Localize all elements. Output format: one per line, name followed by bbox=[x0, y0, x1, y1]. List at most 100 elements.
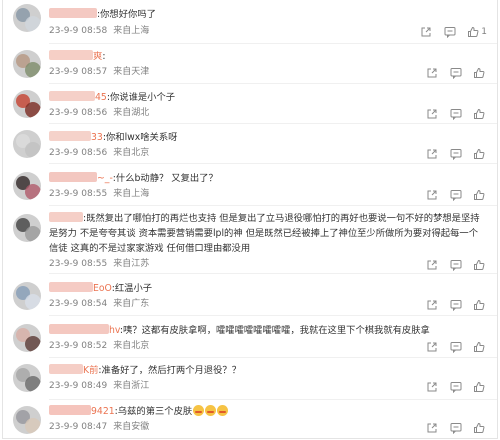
share-icon[interactable] bbox=[425, 258, 439, 272]
comment-text-line: EoO:红温小子 bbox=[49, 281, 489, 296]
share-icon[interactable] bbox=[425, 380, 439, 394]
like-button[interactable] bbox=[473, 258, 487, 272]
comment-meta: 23-9-9 08:56 来自北京 bbox=[49, 147, 149, 159]
comment-body: : bbox=[102, 51, 106, 62]
comment-time: 23-9-9 08:54 bbox=[49, 299, 108, 309]
comment-location: 来自湖北 bbox=[113, 108, 150, 118]
comment-item: ~_-:什么b动静？ 又复出了？ 23-9-9 08:55 来自上海 bbox=[3, 164, 497, 206]
like-button[interactable] bbox=[473, 380, 487, 394]
username-suffix[interactable]: 33 bbox=[91, 132, 103, 143]
username-suffix[interactable]: 爽 bbox=[93, 51, 102, 62]
username[interactable] bbox=[49, 8, 97, 18]
username[interactable] bbox=[49, 212, 83, 222]
like-button[interactable] bbox=[473, 107, 487, 121]
comment-item: 9421:乌兹的第三个皮肤 23-9-9 08:47 来自安徽 bbox=[3, 400, 497, 438]
share-icon[interactable] bbox=[425, 340, 439, 354]
comment-list: :你想好你吗了 23-9-9 08:58 来自上海 1 爽: 23-9-9 08:… bbox=[2, 0, 498, 439]
comment-actions bbox=[415, 340, 487, 354]
comment-body: :什么b动静？ 又复出了？ bbox=[112, 173, 218, 184]
comment-item: 33:你和lwx啥关系呀 23-9-9 08:56 来自北京 bbox=[3, 124, 497, 164]
username-suffix[interactable]: 9421 bbox=[91, 406, 115, 417]
comment-location: 来自广东 bbox=[113, 299, 150, 309]
like-button[interactable] bbox=[473, 66, 487, 80]
avatar[interactable] bbox=[13, 172, 41, 200]
comment-icon[interactable] bbox=[449, 147, 463, 161]
emoji-icon bbox=[193, 405, 205, 416]
comment-item: hv:咦？这都有皮肤拿啊，嚯嚯嚯嚯嚯嚯嚯嚯，我就在这里下个棋我就有皮肤拿 23-… bbox=[3, 316, 497, 358]
username[interactable] bbox=[49, 91, 95, 101]
share-icon[interactable] bbox=[425, 107, 439, 121]
avatar[interactable] bbox=[13, 4, 41, 32]
comment-icon[interactable] bbox=[443, 25, 457, 39]
comment-meta: 23-9-9 08:56 来自湖北 bbox=[49, 107, 149, 119]
like-button[interactable] bbox=[473, 298, 487, 312]
like-button[interactable] bbox=[473, 340, 487, 354]
comment-body: :你和lwx啥关系呀 bbox=[102, 132, 178, 143]
comment-body: :乌兹的第三个皮肤 bbox=[114, 406, 193, 417]
comment-time: 23-9-9 08:49 bbox=[49, 381, 108, 391]
share-icon[interactable] bbox=[425, 298, 439, 312]
comment-time: 23-9-9 08:56 bbox=[49, 108, 108, 118]
username-suffix[interactable]: ~_- bbox=[97, 173, 113, 184]
comment-meta: 23-9-9 08:58 来自上海 bbox=[49, 25, 149, 37]
comment-actions bbox=[415, 147, 487, 161]
like-button[interactable] bbox=[473, 147, 487, 161]
comment-actions bbox=[415, 107, 487, 121]
avatar[interactable] bbox=[13, 282, 41, 310]
comment-icon[interactable] bbox=[449, 340, 463, 354]
avatar[interactable] bbox=[13, 364, 41, 392]
comment-item: EoO:红温小子 23-9-9 08:54 来自广东 bbox=[3, 274, 497, 316]
username[interactable] bbox=[49, 364, 83, 374]
avatar[interactable] bbox=[13, 130, 41, 158]
comment-text-line: 爽: bbox=[49, 49, 489, 64]
comment-location: 来自安徽 bbox=[113, 422, 150, 432]
username-suffix[interactable]: K前 bbox=[83, 365, 98, 376]
like-button[interactable] bbox=[473, 421, 487, 435]
comment-time: 23-9-9 08:47 bbox=[49, 422, 108, 432]
comment-actions: 1 bbox=[409, 25, 487, 39]
comment-location: 来自北京 bbox=[113, 148, 150, 158]
username[interactable] bbox=[49, 50, 93, 60]
comment-meta: 23-9-9 08:55 来自江苏 bbox=[49, 258, 149, 270]
username[interactable] bbox=[49, 172, 97, 182]
comment-location: 来自江苏 bbox=[113, 259, 150, 269]
share-icon[interactable] bbox=[425, 421, 439, 435]
comment-time: 23-9-9 08:58 bbox=[49, 26, 108, 36]
username-suffix[interactable]: EoO bbox=[93, 283, 112, 294]
share-icon[interactable] bbox=[425, 66, 439, 80]
username[interactable] bbox=[49, 405, 91, 415]
comment-icon[interactable] bbox=[449, 421, 463, 435]
share-icon[interactable] bbox=[425, 188, 439, 202]
username[interactable] bbox=[49, 324, 109, 334]
comment-meta: 23-9-9 08:55 来自上海 bbox=[49, 188, 149, 200]
comment-meta: 23-9-9 08:49 来自浙江 bbox=[49, 380, 149, 392]
like-button[interactable] bbox=[473, 188, 487, 202]
comment-actions bbox=[415, 421, 487, 435]
avatar[interactable] bbox=[13, 90, 41, 118]
emoji-icon bbox=[205, 405, 217, 416]
comment-text-line: K前:准备好了，然后打两个月退役？？ bbox=[49, 363, 489, 378]
username-suffix[interactable]: 45 bbox=[95, 92, 107, 103]
comment-location: 来自上海 bbox=[113, 189, 150, 199]
comment-item: :你想好你吗了 23-9-9 08:58 来自上海 1 bbox=[3, 0, 497, 44]
comment-text-line: 45:你说谁是小个子 bbox=[49, 90, 489, 105]
like-button[interactable]: 1 bbox=[467, 25, 487, 39]
avatar[interactable] bbox=[13, 50, 41, 78]
comment-text-line: :你想好你吗了 bbox=[49, 7, 489, 22]
avatar[interactable] bbox=[13, 214, 41, 242]
comment-icon[interactable] bbox=[449, 258, 463, 272]
avatar[interactable] bbox=[13, 406, 41, 434]
username[interactable] bbox=[49, 282, 93, 292]
comment-text-line: :既然复出了哪怕打的再烂也支持 但是复出了立马退役哪怕打的再好也要说一句不好的梦… bbox=[49, 211, 487, 256]
share-icon[interactable] bbox=[419, 25, 433, 39]
avatar[interactable] bbox=[13, 324, 41, 352]
comment-icon[interactable] bbox=[449, 188, 463, 202]
username[interactable] bbox=[49, 131, 91, 141]
comment-icon[interactable] bbox=[449, 66, 463, 80]
comment-icon[interactable] bbox=[449, 107, 463, 121]
comment-body: :准备好了，然后打两个月退役？？ bbox=[98, 365, 241, 376]
username-suffix[interactable]: hv bbox=[109, 325, 120, 336]
share-icon[interactable] bbox=[425, 147, 439, 161]
comment-icon[interactable] bbox=[449, 380, 463, 394]
comment-icon[interactable] bbox=[449, 298, 463, 312]
